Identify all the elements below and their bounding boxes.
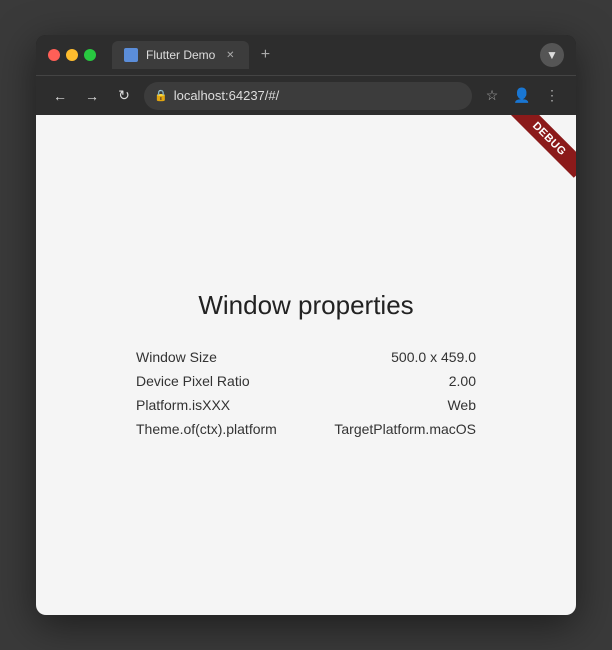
profile-button[interactable]: 👤	[510, 84, 534, 108]
page-title: Window properties	[198, 290, 413, 321]
property-row: Platform.isXXX Web	[136, 393, 476, 417]
bookmark-button[interactable]: ☆	[480, 84, 504, 108]
property-row: Device Pixel Ratio 2.00	[136, 369, 476, 393]
tab-menu-button[interactable]: ▼	[540, 43, 564, 67]
forward-button[interactable]: →	[80, 84, 104, 108]
toolbar-icons: ☆ 👤 ⋮	[480, 84, 564, 108]
browser-window: Flutter Demo ✕ + ▼ ← → ↻ 🔒 localhost:642…	[36, 35, 576, 615]
property-key: Window Size	[136, 349, 217, 365]
debug-banner: DEBUG	[506, 115, 576, 185]
property-key: Theme.of(ctx).platform	[136, 421, 277, 437]
traffic-lights	[48, 49, 96, 61]
debug-banner-text: DEBUG	[510, 115, 576, 178]
add-tab-button[interactable]: +	[253, 43, 277, 67]
maximize-button[interactable]	[84, 49, 96, 61]
tab-title: Flutter Demo	[146, 48, 215, 62]
property-key: Device Pixel Ratio	[136, 373, 250, 389]
property-row: Theme.of(ctx).platform TargetPlatform.mac…	[136, 417, 476, 441]
title-bar: Flutter Demo ✕ + ▼	[36, 35, 576, 75]
property-value: 500.0 x 459.0	[391, 349, 476, 365]
minimize-button[interactable]	[66, 49, 78, 61]
close-button[interactable]	[48, 49, 60, 61]
address-input[interactable]: 🔒 localhost:64237/#/	[144, 82, 472, 110]
reload-button[interactable]: ↻	[112, 84, 136, 108]
property-value: Web	[447, 397, 476, 413]
page-content: Window properties Window Size 500.0 x 459…	[36, 115, 576, 615]
tab-close-button[interactable]: ✕	[223, 48, 237, 62]
property-row: Window Size 500.0 x 459.0	[136, 345, 476, 369]
lock-icon: 🔒	[154, 89, 168, 102]
address-text: localhost:64237/#/	[174, 88, 280, 103]
tab-favicon-icon	[124, 48, 138, 62]
active-tab[interactable]: Flutter Demo ✕	[112, 41, 249, 69]
property-key: Platform.isXXX	[136, 397, 230, 413]
menu-button[interactable]: ⋮	[540, 84, 564, 108]
tab-bar: Flutter Demo ✕ + ▼	[112, 41, 564, 69]
address-bar: ← → ↻ 🔒 localhost:64237/#/ ☆ 👤 ⋮	[36, 75, 576, 115]
property-value: TargetPlatform.macOS	[334, 421, 476, 437]
content-area: DEBUG Window properties Window Size 500.0…	[36, 115, 576, 615]
back-button[interactable]: ←	[48, 84, 72, 108]
property-value: 2.00	[449, 373, 476, 389]
properties-table: Window Size 500.0 x 459.0 Device Pixel Rat…	[136, 345, 476, 441]
